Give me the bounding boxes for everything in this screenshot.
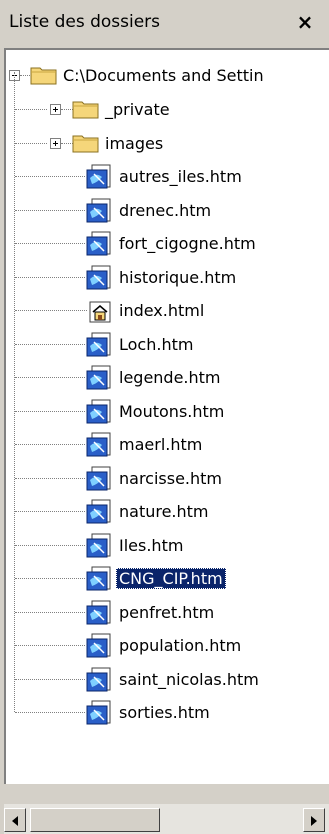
tree-root-item[interactable]: C:\Documents and Settin xyxy=(6,60,326,92)
htm-file-icon xyxy=(86,633,111,658)
tree-file-label: drenec.htm xyxy=(119,200,212,220)
tree-file-item[interactable]: penfret.htm xyxy=(6,597,326,629)
tree-file-item[interactable]: autres_iles.htm xyxy=(6,161,326,193)
tree-file-item[interactable]: Iles.htm xyxy=(6,530,326,562)
tree-file-item[interactable]: drenec.htm xyxy=(6,195,326,227)
htm-file-icon xyxy=(86,164,111,189)
folder-icon xyxy=(72,101,99,119)
tree-folder-label: _private xyxy=(105,100,170,119)
tree-file-item[interactable]: sorties.htm xyxy=(6,697,326,729)
folder-tree[interactable]: C:\Documents and Settin _privateimages au… xyxy=(4,48,329,784)
htm-file-icon xyxy=(86,533,111,557)
scroll-thumb[interactable] xyxy=(30,808,160,832)
htm-file-icon xyxy=(86,198,111,222)
tree-file-label: population.htm xyxy=(119,636,242,655)
tree-folder-item[interactable]: images xyxy=(6,128,326,160)
tree-file-item[interactable]: maerl.htm xyxy=(6,429,326,461)
tree-file-label: Iles.htm xyxy=(119,535,184,555)
expand-toggle-icon[interactable] xyxy=(50,104,61,115)
tree-file-label: penfret.htm xyxy=(119,602,215,622)
tree-file-label: nature.htm xyxy=(119,502,209,521)
htm-file-icon xyxy=(86,265,111,289)
folder-icon xyxy=(72,135,99,152)
htm-file-icon xyxy=(86,466,111,490)
tree-file-item[interactable]: historique.htm xyxy=(6,262,326,294)
tree-file-item[interactable]: Loch.htm xyxy=(6,329,326,361)
tree-file-item[interactable]: population.htm xyxy=(6,630,326,662)
htm-file-icon xyxy=(86,700,111,725)
close-button[interactable]: × xyxy=(292,10,318,34)
htm-file-icon xyxy=(86,566,111,591)
tree-file-label: historique.htm xyxy=(119,267,237,287)
panel-title: Liste des dossiers xyxy=(9,12,161,32)
tree-file-label: index.html xyxy=(119,301,205,320)
horizontal-scrollbar[interactable] xyxy=(4,804,329,834)
tree-file-item[interactable]: index.html xyxy=(6,295,326,327)
tree-folder-item[interactable]: _private xyxy=(6,94,326,126)
tree-file-label: sorties.htm xyxy=(119,703,210,722)
tree-file-item[interactable]: nature.htm xyxy=(6,496,326,528)
htm-file-icon xyxy=(86,332,111,356)
tree-file-item[interactable]: CNG_CIP.htm xyxy=(6,563,326,595)
htm-file-icon xyxy=(86,667,111,691)
folder-open-icon xyxy=(30,67,57,85)
folder-list-panel: Liste des dossiers × C:\Documents and Se… xyxy=(0,0,329,834)
tree-file-label: CNG_CIP.htm xyxy=(116,568,226,589)
tree-file-item[interactable]: Moutons.htm xyxy=(6,396,326,428)
arrow-right-icon xyxy=(311,816,317,826)
scroll-left-button[interactable] xyxy=(4,808,26,832)
close-icon: × xyxy=(296,10,314,34)
htm-file-icon xyxy=(86,399,111,423)
tree-file-label: legende.htm xyxy=(119,368,221,387)
tree-file-item[interactable]: fort_cigogne.htm xyxy=(6,228,326,260)
htm-file-icon xyxy=(86,432,111,457)
htm-file-icon xyxy=(86,231,111,256)
panel-titlebar: Liste des dossiers × xyxy=(0,0,329,44)
tree-file-label: autres_iles.htm xyxy=(119,167,242,186)
tree-file-label: maerl.htm xyxy=(119,435,203,454)
arrow-left-icon xyxy=(12,816,18,826)
tree-file-label: Moutons.htm xyxy=(119,401,225,421)
htm-file-icon xyxy=(86,499,111,524)
htm-file-icon xyxy=(86,365,111,390)
tree-file-item[interactable]: narcisse.htm xyxy=(6,463,326,495)
tree-folder-label: images xyxy=(105,133,164,153)
scroll-right-button[interactable] xyxy=(303,808,325,832)
expand-toggle-icon[interactable] xyxy=(50,137,61,149)
tree-file-item[interactable]: legende.htm xyxy=(6,362,326,394)
htm-file-icon xyxy=(86,600,111,624)
tree-root-label: C:\Documents and Settin xyxy=(63,66,264,85)
home-page-icon xyxy=(89,301,111,323)
tree-file-label: fort_cigogne.htm xyxy=(119,234,256,253)
tree-file-label: Loch.htm xyxy=(119,334,194,354)
tree-file-item[interactable]: saint_nicolas.htm xyxy=(6,664,326,696)
tree-file-label: narcisse.htm xyxy=(119,468,223,488)
tree-file-label: saint_nicolas.htm xyxy=(119,669,259,689)
